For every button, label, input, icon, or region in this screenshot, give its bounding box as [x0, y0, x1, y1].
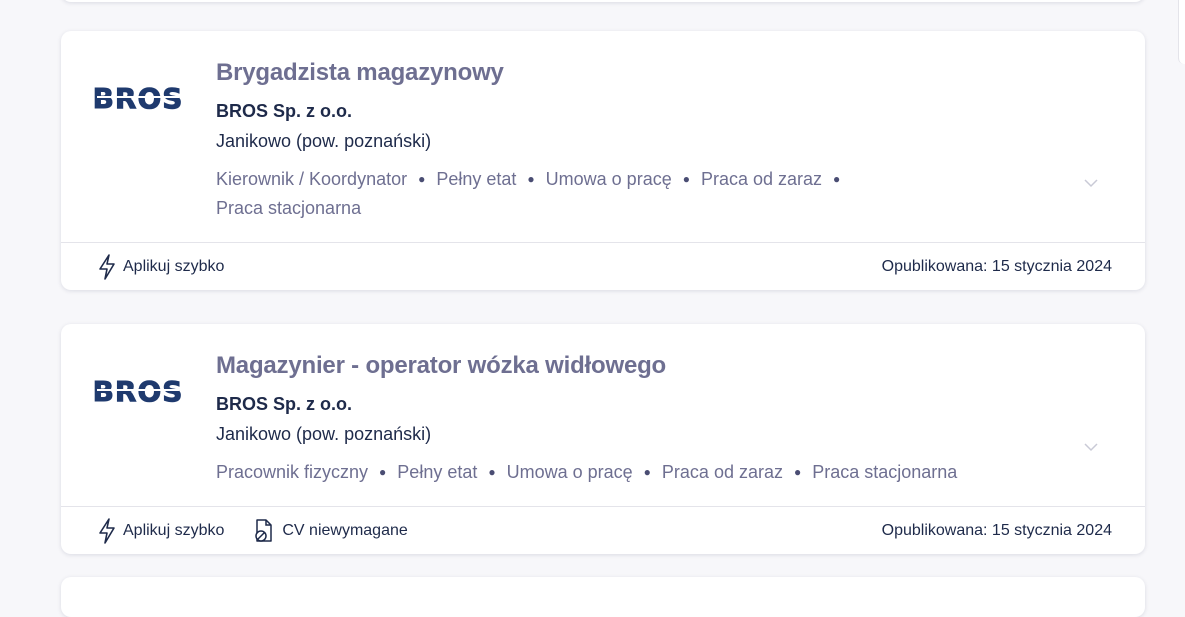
cv-not-required-badge: CV niewymagane [252, 518, 408, 544]
job-title-link[interactable]: Brygadzista magazynowy [216, 57, 1145, 89]
tag-separator: ● [488, 465, 496, 479]
company-name: BROS Sp. z o.o. [216, 394, 353, 414]
job-location: Janikowo (pow. poznański) [216, 131, 432, 151]
company-logo: BROS [93, 375, 183, 409]
quick-apply-badge: Aplikuj szybko [97, 253, 225, 280]
tag-work-time: Pełny etat [397, 462, 478, 482]
cv-note-label: CV niewymagane [282, 521, 408, 539]
tag-contract: Umowa o pracę [545, 169, 672, 189]
listing-footer: Aplikuj szybko CV niewymagane Opublikowa… [61, 506, 1145, 554]
tag-position-level: Pracownik fizyczny [216, 462, 369, 482]
company-name: BROS Sp. z o.o. [216, 101, 353, 121]
job-tags: Kierownik / Koordynator ● Pełny etat ● Umowa… [216, 165, 936, 223]
job-listing-card[interactable]: BROS Brygadzista magazynowy BROS Sp. z o… [61, 31, 1145, 290]
tag-separator: ● [643, 465, 651, 479]
job-listing-card[interactable]: BROS Magazynier - operator wózka widłowe… [61, 324, 1145, 554]
lightning-icon [99, 253, 115, 280]
quick-apply-label: Aplikuj szybko [123, 257, 225, 275]
tag-separator: ● [793, 465, 802, 479]
next-listing-card [61, 577, 1145, 617]
tag-start: Praca od zaraz [700, 169, 823, 189]
listing-footer: Aplikuj szybko Opublikowana: 15 stycznia… [61, 242, 1145, 290]
published-date: Opublikowana: 15 stycznia 2024 [881, 521, 1112, 539]
tag-position-level: Kierownik / Koordynator [216, 169, 408, 189]
job-title-link[interactable]: Magazynier - operator wózka widłowego [216, 350, 1145, 382]
tag-separator: ● [418, 172, 426, 186]
svg-text:BROS: BROS [93, 82, 183, 115]
chevron-down-icon[interactable] [1083, 439, 1099, 455]
job-location: Janikowo (pow. poznański) [216, 424, 432, 444]
quick-apply-label: Aplikuj szybko [123, 521, 225, 539]
tag-separator: ● [833, 172, 841, 186]
job-tags: Pracownik fizyczny ● Pełny etat ● Umowa o pr… [216, 458, 1076, 487]
scrollbar[interactable] [1178, 0, 1185, 64]
svg-text:BROS: BROS [93, 375, 183, 408]
chevron-down-icon[interactable] [1083, 175, 1099, 191]
lightning-icon [99, 517, 115, 544]
tag-work-mode: Praca stacjonarna [216, 198, 362, 218]
tag-contract: Umowa o pracę [506, 462, 633, 482]
tag-separator: ● [527, 172, 535, 186]
tag-work-time: Pełny etat [436, 169, 517, 189]
tag-start: Praca od zaraz [661, 462, 783, 482]
tag-separator: ● [379, 465, 387, 479]
quick-apply-badge: Aplikuj szybko [97, 517, 225, 544]
company-logo: BROS [93, 82, 183, 116]
tag-work-mode: Praca stacjonarna [812, 462, 958, 482]
tag-separator: ● [682, 172, 690, 186]
published-date: Opublikowana: 15 stycznia 2024 [881, 257, 1112, 275]
document-off-icon [255, 518, 273, 542]
previous-listing-card [61, 0, 1145, 2]
